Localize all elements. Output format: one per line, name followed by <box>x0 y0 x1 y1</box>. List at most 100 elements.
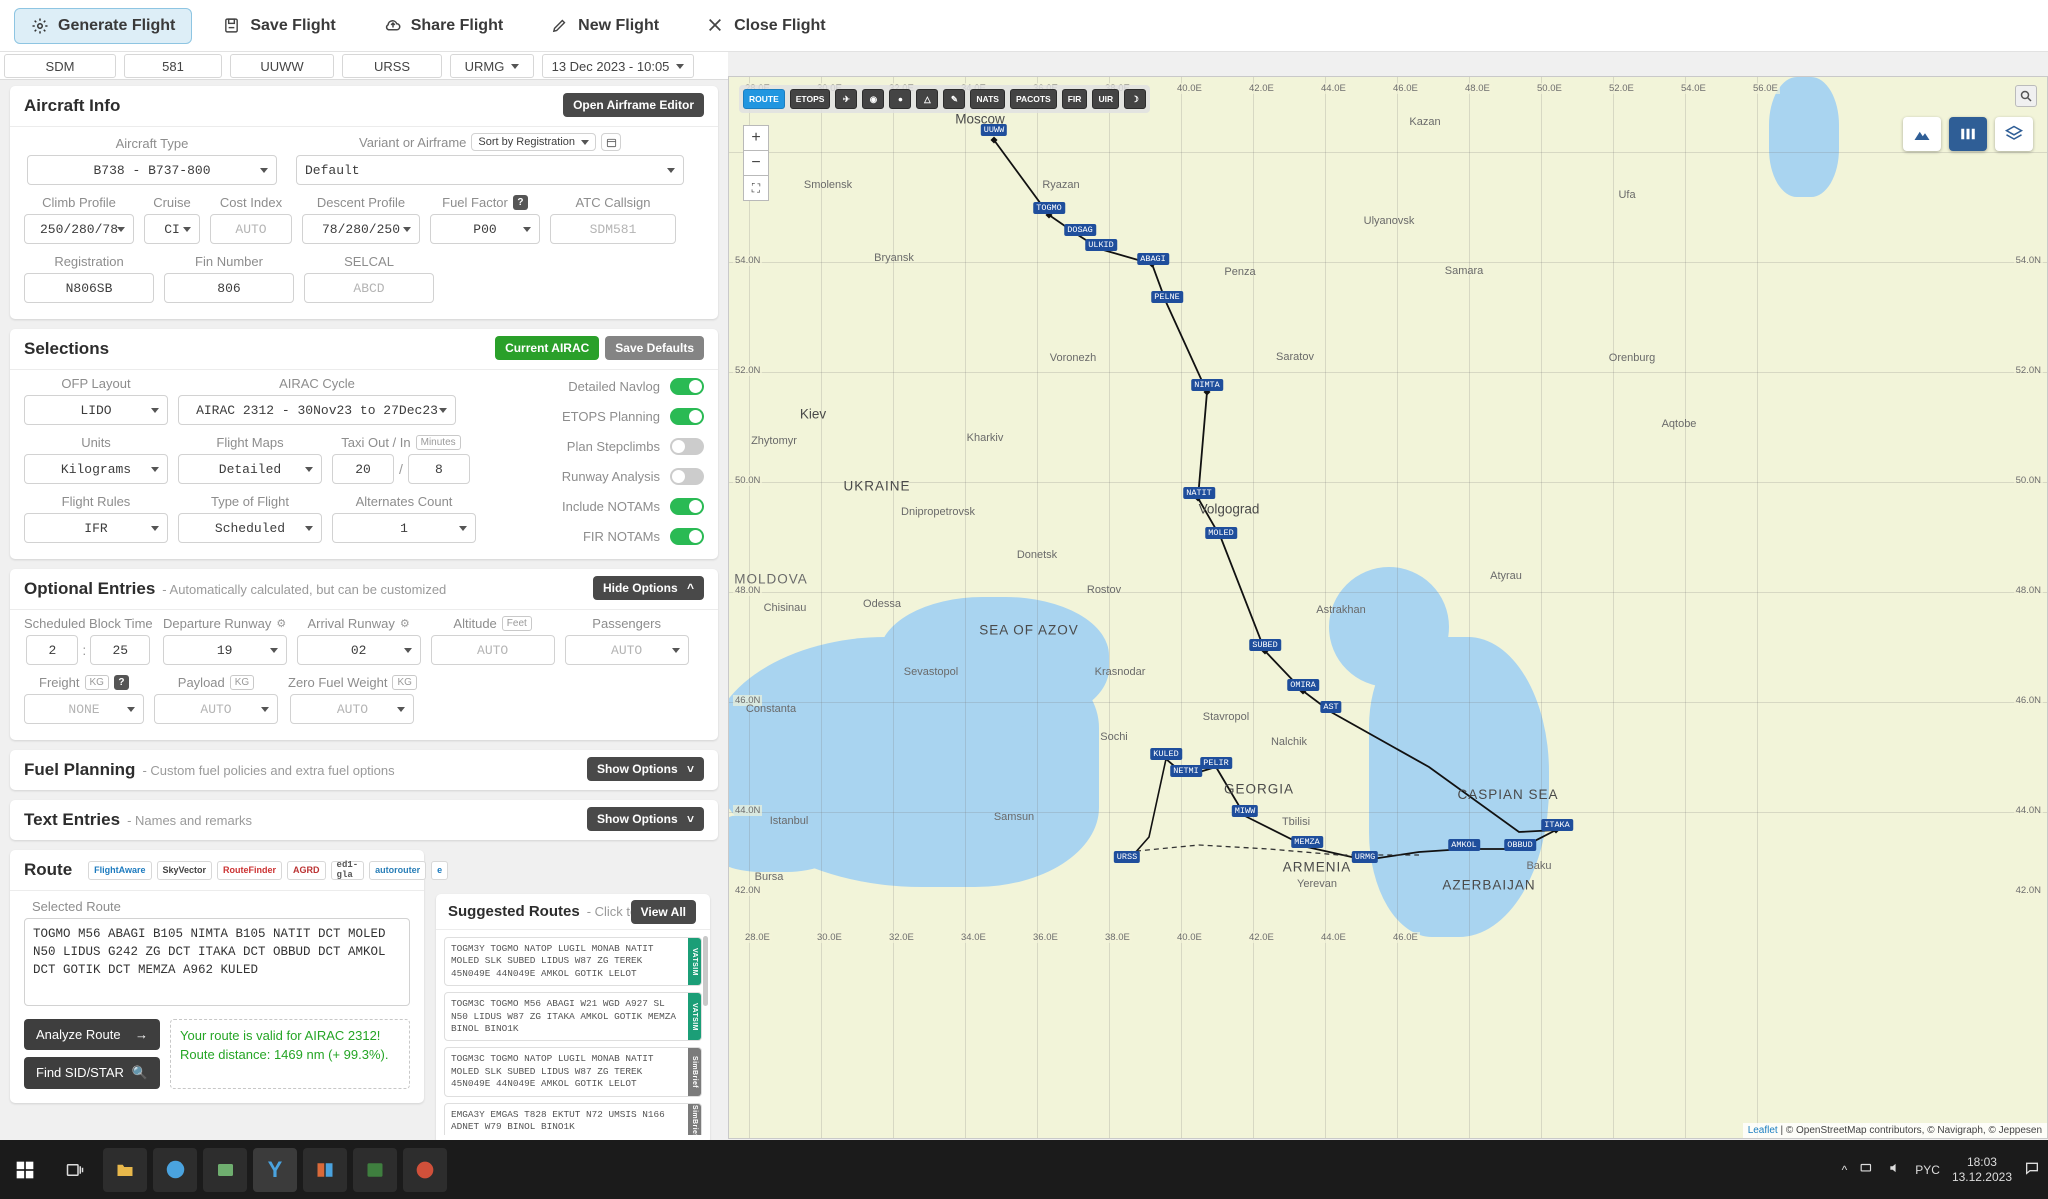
flight-number-field[interactable]: 581 <box>124 54 222 78</box>
fuel-factor-select[interactable]: P00 <box>430 214 540 244</box>
runway-analysis-toggle[interactable] <box>670 467 704 485</box>
map-tool-uir[interactable]: UIR <box>1092 89 1120 109</box>
suggested-routes-scrollbar[interactable] <box>703 936 708 1006</box>
departure-field[interactable]: UUWW <box>230 54 334 78</box>
list-item[interactable]: TOGM3C TOGMO M56 ABAGI W21 WGD A927 SL N… <box>444 992 702 1042</box>
passengers-select[interactable]: AUTO <box>564 635 689 665</box>
map-tool-etops[interactable]: ETOPS <box>789 89 831 109</box>
ofp-layout-select[interactable]: LIDO <box>24 395 168 425</box>
hide-options-button[interactable]: Hide Options ^ <box>592 576 704 600</box>
start-button[interactable] <box>3 1148 47 1192</box>
view-all-routes-button[interactable]: View All <box>630 900 696 924</box>
cruise-select[interactable]: CI <box>144 214 200 244</box>
gear-icon[interactable]: ⚙ <box>400 617 410 630</box>
selcal-input[interactable]: ABCD <box>304 273 434 303</box>
waypoint-natit[interactable]: NATIT <box>1183 487 1215 499</box>
suggested-routes-list[interactable]: TOGM3Y TOGMO NATOP LUGIL MONAB NATIT MOL… <box>436 930 710 1135</box>
share-flight-button[interactable]: Share Flight <box>367 8 520 44</box>
gear-icon[interactable]: ⚙ <box>276 617 286 630</box>
text-entries-show-options-button[interactable]: Show Options ˅ <box>586 807 704 831</box>
descent-profile-select[interactable]: 78/280/250 <box>302 214 420 244</box>
fuel-factor-help-icon[interactable]: ? <box>512 195 528 210</box>
waypoint-subed[interactable]: SUBED <box>1249 639 1281 651</box>
routefinder-logo[interactable]: RouteFinder <box>217 860 283 880</box>
block-hours-input[interactable]: 2 <box>26 635 79 665</box>
volume-icon[interactable] <box>1887 1161 1903 1178</box>
taskbar-explorer-icon[interactable] <box>103 1147 147 1192</box>
notifications-icon[interactable] <box>2024 1160 2040 1179</box>
freight-select[interactable]: NONE <box>24 694 144 724</box>
variant-select[interactable]: Default <box>296 155 684 185</box>
generate-flight-button[interactable]: Generate Flight <box>14 7 193 44</box>
map-search-button[interactable] <box>2015 85 2037 107</box>
zoom-out-button[interactable]: − <box>743 150 769 176</box>
clock[interactable]: 18:03 13.12.2023 <box>1952 1155 2012 1185</box>
flight-maps-select[interactable]: Detailed <box>178 454 322 484</box>
fuel-planning-show-options-button[interactable]: Show Options ˅ <box>586 757 704 781</box>
list-item[interactable]: TOGM3Y TOGMO NATOP LUGIL MONAB NATIT MOL… <box>444 937 702 987</box>
list-item[interactable]: EMGA3Y EMGAS T828 EKTUT N72 UMSIS N166 A… <box>444 1102 702 1135</box>
circle-icon[interactable]: ● <box>889 89 912 109</box>
waypoint-miww[interactable]: MIWW <box>1231 805 1259 817</box>
triangle-icon[interactable]: △ <box>916 89 939 109</box>
zfw-select[interactable]: AUTO <box>290 694 415 724</box>
altitude-input[interactable]: AUTO <box>430 635 555 665</box>
taxi-in-input[interactable]: 8 <box>407 454 470 484</box>
airline-field[interactable]: SDM <box>4 54 116 78</box>
sort-by-registration-select[interactable]: Sort by Registration <box>471 133 597 151</box>
network-icon[interactable] <box>1859 1161 1875 1178</box>
climb-profile-select[interactable]: 250/280/78 <box>24 214 134 244</box>
plan-stepclimbs-toggle[interactable] <box>670 437 704 455</box>
waypoint-itaka[interactable]: ITAKA <box>1541 819 1573 831</box>
waypoint-nimta[interactable]: NIMTA <box>1191 379 1223 391</box>
analyze-route-button[interactable]: Analyze Route → <box>24 1019 160 1050</box>
taskbar-app1-icon[interactable] <box>303 1147 347 1192</box>
save-defaults-button[interactable]: Save Defaults <box>605 336 704 360</box>
moon-icon[interactable]: ☽ <box>1124 89 1147 109</box>
aircraft-type-select[interactable]: B738 - B737-800 <box>27 155 277 185</box>
target-icon[interactable]: ◉ <box>862 89 885 109</box>
zoom-in-button[interactable]: + <box>743 125 769 151</box>
leaflet-link[interactable]: Leaflet <box>1748 1125 1778 1136</box>
destination-field[interactable]: URSS <box>342 54 442 78</box>
taskbar-app2-icon[interactable] <box>353 1147 397 1192</box>
pencil-icon[interactable]: ✎ <box>943 89 966 109</box>
waypoint-dosag[interactable]: DOSAG <box>1064 224 1096 236</box>
autorouter-logo[interactable]: autorouter <box>369 860 427 880</box>
taskbar-simbrief-icon[interactable]: Y <box>253 1147 297 1192</box>
include-notams-toggle[interactable] <box>670 497 704 515</box>
ed1gla-logo[interactable]: ed1-gla <box>330 860 365 880</box>
layers-button[interactable] <box>1995 117 2033 151</box>
terrain-view-button[interactable] <box>1903 117 1941 151</box>
fullscreen-button[interactable]: ⛶ <box>743 175 769 201</box>
atc-callsign-input[interactable]: SDM581 <box>550 214 676 244</box>
map-tool-nats[interactable]: NATS <box>970 89 1005 109</box>
taskbar-image-icon[interactable] <box>203 1147 247 1192</box>
list-item[interactable]: TOGM3C TOGMO NATOP LUGIL MONAB NATIT MOL… <box>444 1047 702 1097</box>
waypoint-omira[interactable]: OMIRA <box>1287 679 1319 691</box>
alternate-field[interactable]: URMG <box>450 54 534 78</box>
waypoint-amkol[interactable]: AMKOL <box>1448 839 1480 851</box>
payload-select[interactable]: AUTO <box>154 694 278 724</box>
type-of-flight-select[interactable]: Scheduled <box>178 513 322 543</box>
taxi-out-input[interactable]: 20 <box>332 454 394 484</box>
skyvector-logo[interactable]: SkyVector <box>156 860 213 880</box>
waypoint-kuled[interactable]: KULED <box>1150 748 1182 760</box>
flight-map[interactable]: 28.0E 30.0E 32.0E 34.0E 36.0E 38.0E 40.0… <box>728 76 2048 1139</box>
taskbar-app3-icon[interactable] <box>403 1147 447 1192</box>
etops-planning-toggle[interactable] <box>670 407 704 425</box>
selected-route-textarea[interactable] <box>24 918 410 1006</box>
block-minutes-input[interactable]: 25 <box>90 635 151 665</box>
waypoint-netmi[interactable]: NETMI <box>1170 765 1202 777</box>
plane-icon[interactable]: ✈ <box>835 89 858 109</box>
arrival-runway-select[interactable]: 02 <box>296 635 421 665</box>
find-sid-star-button[interactable]: Find SID/STAR 🔍 <box>24 1057 160 1089</box>
open-airframe-editor-button[interactable]: Open Airframe Editor <box>563 93 704 117</box>
detailed-navlog-toggle[interactable] <box>670 377 704 395</box>
waypoint-obbud[interactable]: OBBUD <box>1504 839 1536 851</box>
language-indicator[interactable]: PYC <box>1915 1163 1940 1177</box>
alternates-count-select[interactable]: 1 <box>332 513 476 543</box>
map-tool-pacots[interactable]: PACOTS <box>1009 89 1057 109</box>
flightaware-logo[interactable]: FlightAware <box>88 860 152 880</box>
waypoint-ast[interactable]: AST <box>1320 701 1342 713</box>
